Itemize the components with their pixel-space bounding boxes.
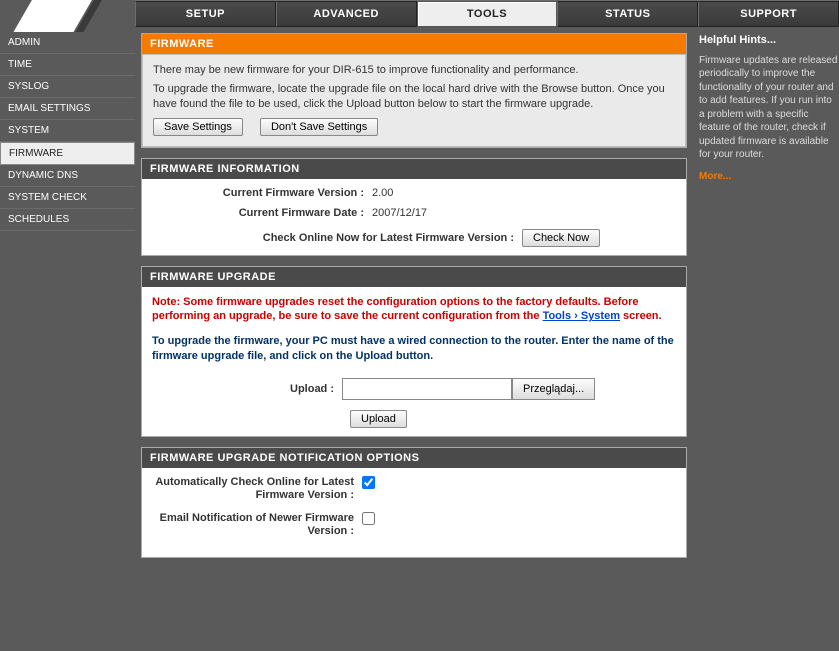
tab-support[interactable]: SUPPORT <box>698 1 839 27</box>
current-version-value: 2.00 <box>372 187 676 199</box>
logo-area <box>0 0 135 27</box>
current-date-label: Current Firmware Date : <box>152 207 372 219</box>
firmware-desc-1: There may be new firmware for your DIR-6… <box>153 63 675 78</box>
email-notify-label: Email Notification of Newer Firmware Ver… <box>152 512 362 538</box>
save-settings-button[interactable]: Save Settings <box>153 118 243 136</box>
tools-system-link[interactable]: Tools › System <box>543 310 620 322</box>
firmware-info-title: FIRMWARE INFORMATION <box>142 159 686 179</box>
auto-check-checkbox[interactable] <box>362 476 375 489</box>
sidebar-item-dynamic-dns[interactable]: DYNAMIC DNS <box>0 165 135 187</box>
upload-button[interactable]: Upload <box>350 410 407 428</box>
tab-advanced[interactable]: ADVANCED <box>276 1 417 27</box>
hints-more-link[interactable]: More... <box>699 170 731 184</box>
check-now-button[interactable]: Check Now <box>522 229 600 247</box>
tab-tools[interactable]: TOOLS <box>417 1 558 27</box>
tab-status[interactable]: STATUS <box>557 1 698 27</box>
firmware-upgrade-panel: FIRMWARE UPGRADE Note: Some firmware upg… <box>141 266 687 437</box>
upgrade-note: Note: Some firmware upgrades reset the c… <box>152 295 676 325</box>
current-date-value: 2007/12/17 <box>372 207 676 219</box>
sidebar-item-admin[interactable]: ADMIN <box>0 32 135 54</box>
upload-file-input[interactable] <box>342 378 512 400</box>
sidebar-item-firmware[interactable]: FIRMWARE <box>0 142 135 165</box>
top-nav: SETUP ADVANCED TOOLS STATUS SUPPORT <box>0 0 839 27</box>
sidebar-item-time[interactable]: TIME <box>0 54 135 76</box>
hints-title: Helpful Hints... <box>699 33 839 48</box>
sidebar-item-system-check[interactable]: SYSTEM CHECK <box>0 187 135 209</box>
notification-options-title: FIRMWARE UPGRADE NOTIFICATION OPTIONS <box>142 448 686 468</box>
sidebar-item-email-settings[interactable]: EMAIL SETTINGS <box>0 98 135 120</box>
dont-save-settings-button[interactable]: Don't Save Settings <box>260 118 378 136</box>
upgrade-instructions: To upgrade the firmware, your PC must ha… <box>152 334 676 364</box>
sidebar: ADMIN TIME SYSLOG EMAIL SETTINGS SYSTEM … <box>0 27 135 651</box>
firmware-panel: FIRMWARE There may be new firmware for y… <box>141 33 687 148</box>
helpful-hints: Helpful Hints... Firmware updates are re… <box>693 27 839 651</box>
browse-button[interactable]: Przeglądaj... <box>512 378 595 400</box>
sidebar-item-schedules[interactable]: SCHEDULES <box>0 209 135 231</box>
check-online-label: Check Online Now for Latest Firmware Ver… <box>152 232 522 244</box>
sidebar-item-system[interactable]: SYSTEM <box>0 120 135 142</box>
firmware-desc-2: To upgrade the firmware, locate the upgr… <box>153 82 675 112</box>
upload-label: Upload : <box>152 383 342 395</box>
firmware-info-panel: FIRMWARE INFORMATION Current Firmware Ve… <box>141 158 687 256</box>
auto-check-label: Automatically Check Online for Latest Fi… <box>152 476 362 502</box>
main-content: FIRMWARE There may be new firmware for y… <box>135 27 693 651</box>
notification-options-panel: FIRMWARE UPGRADE NOTIFICATION OPTIONS Au… <box>141 447 687 558</box>
firmware-upgrade-title: FIRMWARE UPGRADE <box>142 267 686 287</box>
email-notify-checkbox[interactable] <box>362 512 375 525</box>
current-version-label: Current Firmware Version : <box>152 187 372 199</box>
sidebar-item-syslog[interactable]: SYSLOG <box>0 76 135 98</box>
tab-setup[interactable]: SETUP <box>135 1 276 27</box>
firmware-panel-title: FIRMWARE <box>142 34 686 54</box>
hints-body: Firmware updates are released periodical… <box>699 54 839 162</box>
